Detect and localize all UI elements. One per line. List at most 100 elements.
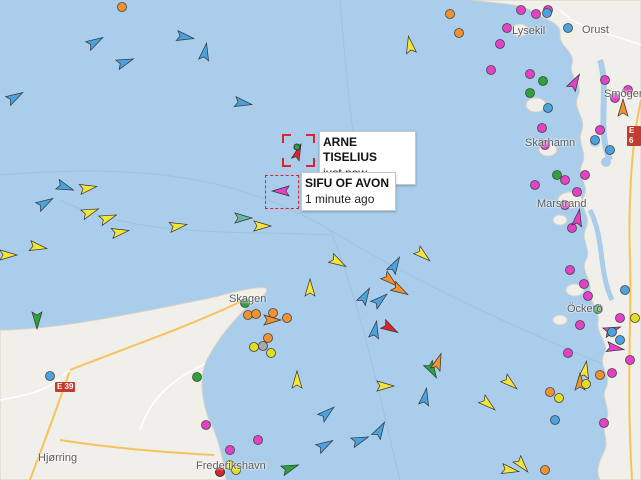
vessel-marker-cargo[interactable] [590,135,600,145]
vessel-marker-cargo[interactable] [316,403,337,423]
vessel-marker-pleasure[interactable] [570,207,585,228]
vessel-marker-tanker[interactable] [412,245,433,265]
vessel-marker-cargo[interactable] [542,8,552,18]
vessel-marker-fishing[interactable] [454,28,464,38]
vessel-marker-pleasure[interactable] [600,75,610,85]
vessel-marker-tanker[interactable] [0,249,19,261]
vessel-marker-cargo[interactable] [175,29,196,44]
vessel-marker-cargo[interactable] [114,54,135,71]
vessel-marker-cargo[interactable] [233,95,254,110]
vessel-marker-passenger[interactable] [31,311,43,331]
vessel-marker-pleasure[interactable] [580,170,590,180]
vessel-marker-cargo[interactable] [314,436,336,455]
vessel-marker-cargo[interactable] [369,290,390,310]
vessel-marker-passenger[interactable] [279,460,300,477]
vessel-marker-pleasure[interactable] [560,175,570,185]
vessel-marker-cargo[interactable] [620,285,630,295]
place-label-frederikshavn: Frederikshavn [196,460,266,472]
vessel-marker-pleasure[interactable] [575,320,585,330]
vessel-marker-fishing[interactable] [282,313,292,323]
vessel-marker-highspeed[interactable] [581,379,591,389]
vessel-marker-cargo[interactable] [84,33,106,52]
vessel-marker-passenger[interactable] [525,88,535,98]
vessel-selection-box-arne-tiselius[interactable] [282,134,315,167]
vessel-marker-pleasure[interactable] [486,65,496,75]
place-label-hjorring: Hjørring [38,452,78,464]
vessel-marker-tanker[interactable] [97,210,118,227]
vessel-marker-fishing[interactable] [268,308,278,318]
vessel-marker-cargo[interactable] [550,415,560,425]
vessel-marker-tanker[interactable] [168,220,189,234]
vessel-marker-tanker[interactable] [500,462,521,477]
vessel-marker-pleasure[interactable] [525,69,535,79]
vessel-marker-red[interactable] [379,318,401,337]
vessel-marker-tug[interactable] [234,212,254,224]
vessel-marker-fishing[interactable] [263,333,273,343]
vessel-marker-fishing[interactable] [117,2,127,12]
vessel-marker-pleasure[interactable] [516,5,526,15]
vessel-marker-tanker[interactable] [499,373,520,393]
vessel-marker-cargo[interactable] [45,371,55,381]
vessel-marker-highspeed[interactable] [266,348,276,358]
vessel-marker-pleasure[interactable] [502,23,512,33]
vessel-marker-cargo[interactable] [543,103,553,113]
vessel-marker-cargo[interactable] [4,88,26,107]
vessel-marker-tanker[interactable] [253,220,273,232]
vessel-marker-fishing[interactable] [545,387,555,397]
vessel-marker-tanker[interactable] [477,394,498,414]
vessel-marker-passenger[interactable] [552,170,562,180]
vessel-marker-pleasure[interactable] [579,279,589,289]
vessel-marker-tanker[interactable] [79,204,100,221]
vessel-marker-cargo[interactable] [605,145,615,155]
vessel-marker-fishing[interactable] [445,9,455,19]
vessel-marker-pleasure[interactable] [495,39,505,49]
vessel-marker-tanker[interactable] [404,34,418,55]
vessel-marker-pleasure[interactable] [201,420,211,430]
vessel-marker-highspeed[interactable] [630,313,640,323]
vessel-marker-cargo[interactable] [417,386,432,407]
vessel-marker-cargo[interactable] [355,286,374,307]
vessel-marker-tanker[interactable] [28,239,49,254]
vessel-marker-tanker[interactable] [304,277,316,297]
vessel-marker-pleasure[interactable] [565,265,575,275]
vessel-marker-fishing[interactable] [251,309,261,319]
vessel-marker-pleasure[interactable] [537,123,547,133]
vessel-marker-pleasure[interactable] [531,9,541,19]
vessel-marker-fishing[interactable] [243,310,253,320]
vessel-marker-unknown[interactable] [258,341,268,351]
vessel-last-seen: 1 minute ago [305,192,375,206]
vessel-marker-cargo[interactable] [54,178,75,195]
marine-traffic-map[interactable]: Orust Skagen Hjørring Frederikshavn Skär… [0,0,641,480]
vessel-marker-passenger[interactable] [192,372,202,382]
vessel-marker-cargo[interactable] [615,335,625,345]
vessel-marker-tanker[interactable] [110,226,131,240]
vessel-marker-pleasure[interactable] [225,445,235,455]
vessel-marker-pleasure[interactable] [595,125,605,135]
vessel-marker-passenger[interactable] [538,76,548,86]
vessel-marker-cargo[interactable] [349,432,370,449]
vessel-marker-pleasure[interactable] [253,435,263,445]
vessel-marker-tanker[interactable] [78,182,99,196]
vessel-tooltip-sifu-of-avon[interactable]: SIFU OF AVON 1 minute ago [301,172,396,211]
vessel-marker-pleasure[interactable] [563,348,573,358]
vessel-marker-cargo[interactable] [197,41,212,62]
vessel-selection-box-sifu-of-avon[interactable] [265,175,299,209]
vessel-marker-highspeed[interactable] [249,342,259,352]
vessel-marker-tanker[interactable] [291,369,303,389]
vessel-marker-pleasure[interactable] [625,355,635,365]
vessel-marker-pleasure[interactable] [615,313,625,323]
vessel-marker-cargo[interactable] [34,194,56,213]
vessel-marker-cargo[interactable] [367,319,382,340]
vessel-marker-pleasure[interactable] [572,187,582,197]
vessel-marker-tanker[interactable] [376,380,396,392]
vessel-marker-cargo[interactable] [563,23,573,33]
vessel-marker-cargo[interactable] [607,327,617,337]
vessel-marker-fishing[interactable] [540,465,550,475]
vessel-marker-pleasure[interactable] [607,368,617,378]
vessel-marker-pleasure[interactable] [530,180,540,190]
vessel-marker-fishing[interactable] [595,370,605,380]
vessel-marker-highspeed[interactable] [554,393,564,403]
vessel-marker-tanker[interactable] [327,252,349,271]
vessel-marker-pleasure[interactable] [599,418,609,428]
vessel-marker-pleasure[interactable] [583,291,593,301]
